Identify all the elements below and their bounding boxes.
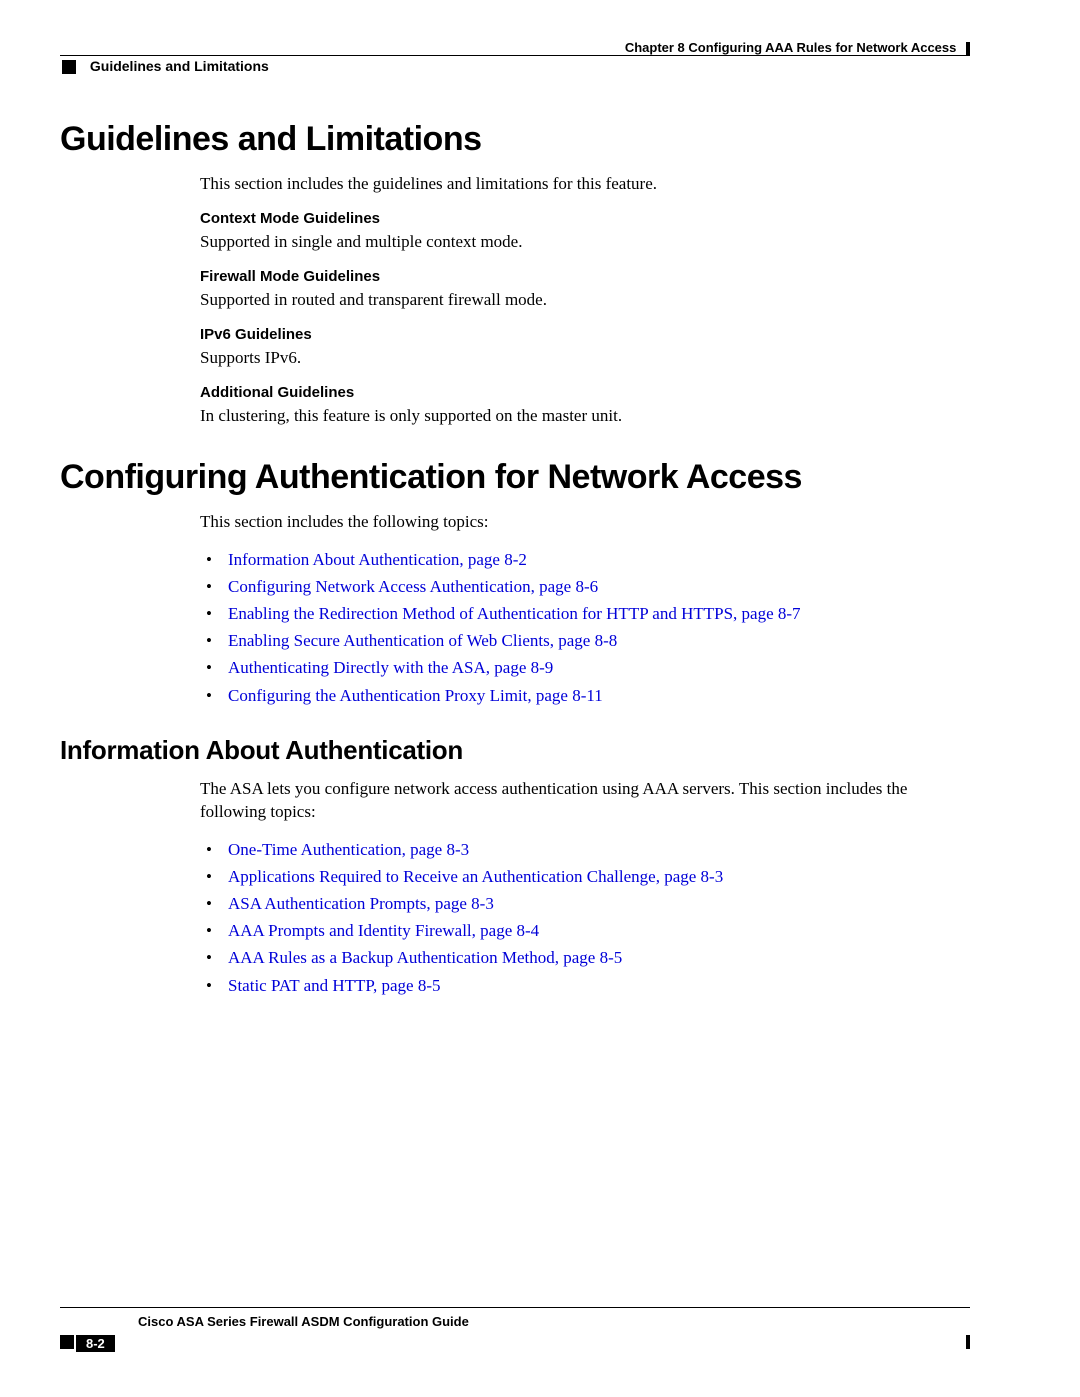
footer-page-number: 8-2	[76, 1335, 115, 1352]
subhead-ipv6: IPv6 Guidelines	[200, 326, 970, 343]
list-item: ASA Authentication Prompts, page 8-3	[200, 890, 970, 917]
topic-list-b: Information About Authentication, page 8…	[200, 546, 970, 709]
subhead-firewall: Firewall Mode Guidelines	[200, 268, 970, 285]
xref-link[interactable]: Static PAT and HTTP, page 8-5	[228, 976, 441, 995]
xref-link[interactable]: Applications Required to Receive an Auth…	[228, 867, 723, 886]
list-item: Static PAT and HTTP, page 8-5	[200, 972, 970, 999]
header-section: Guidelines and Limitations	[62, 58, 269, 74]
heading-info-auth: Information About Authentication	[60, 735, 970, 766]
xref-link[interactable]: ASA Authentication Prompts, page 8-3	[228, 894, 494, 913]
header-square-icon	[62, 60, 76, 74]
header-section-text: Guidelines and Limitations	[90, 58, 269, 74]
page-footer: Cisco ASA Series Firewall ASDM Configura…	[60, 1307, 970, 1357]
xref-link[interactable]: Information About Authentication, page 8…	[228, 550, 527, 569]
xref-link[interactable]: One-Time Authentication, page 8-3	[228, 840, 469, 859]
xref-link[interactable]: Enabling the Redirection Method of Authe…	[228, 604, 801, 623]
list-item: Enabling the Redirection Method of Authe…	[200, 600, 970, 627]
list-item: One-Time Authentication, page 8-3	[200, 836, 970, 863]
header-chapter: Chapter 8 Configuring AAA Rules for Netw…	[625, 40, 970, 56]
body-context: Supported in single and multiple context…	[200, 231, 970, 254]
footer-square-icon	[60, 1335, 74, 1349]
list-item: Configuring the Authentication Proxy Lim…	[200, 682, 970, 709]
subhead-context: Context Mode Guidelines	[200, 210, 970, 227]
footer-end-mark-icon	[966, 1335, 970, 1349]
list-item: Authenticating Directly with the ASA, pa…	[200, 654, 970, 681]
heading-configuring-auth: Configuring Authentication for Network A…	[60, 458, 970, 497]
intro-guidelines: This section includes the guidelines and…	[200, 173, 970, 196]
intro-topics-c: The ASA lets you configure network acces…	[200, 778, 970, 824]
footer-rule	[60, 1307, 970, 1308]
list-item: Configuring Network Access Authenticatio…	[200, 573, 970, 600]
xref-link[interactable]: AAA Rules as a Backup Authentication Met…	[228, 948, 622, 967]
body-ipv6: Supports IPv6.	[200, 347, 970, 370]
list-item: AAA Rules as a Backup Authentication Met…	[200, 944, 970, 971]
footer-guide-title: Cisco ASA Series Firewall ASDM Configura…	[138, 1314, 970, 1329]
list-item: Applications Required to Receive an Auth…	[200, 863, 970, 890]
list-item: Information About Authentication, page 8…	[200, 546, 970, 573]
list-item: AAA Prompts and Identity Firewall, page …	[200, 917, 970, 944]
xref-link[interactable]: Authenticating Directly with the ASA, pa…	[228, 658, 553, 677]
list-item: Enabling Secure Authentication of Web Cl…	[200, 627, 970, 654]
subhead-additional: Additional Guidelines	[200, 384, 970, 401]
intro-topics-b: This section includes the following topi…	[200, 511, 970, 534]
body-additional: In clustering, this feature is only supp…	[200, 405, 970, 428]
page-header: Chapter 8 Configuring AAA Rules for Netw…	[60, 40, 970, 70]
heading-guidelines: Guidelines and Limitations	[60, 120, 970, 159]
header-end-mark-icon	[966, 42, 970, 56]
xref-link[interactable]: Configuring Network Access Authenticatio…	[228, 577, 598, 596]
xref-link[interactable]: AAA Prompts and Identity Firewall, page …	[228, 921, 539, 940]
xref-link[interactable]: Configuring the Authentication Proxy Lim…	[228, 686, 603, 705]
xref-link[interactable]: Enabling Secure Authentication of Web Cl…	[228, 631, 617, 650]
topic-list-c: One-Time Authentication, page 8-3 Applic…	[200, 836, 970, 999]
header-chapter-text: Chapter 8 Configuring AAA Rules for Netw…	[625, 40, 957, 55]
body-firewall: Supported in routed and transparent fire…	[200, 289, 970, 312]
